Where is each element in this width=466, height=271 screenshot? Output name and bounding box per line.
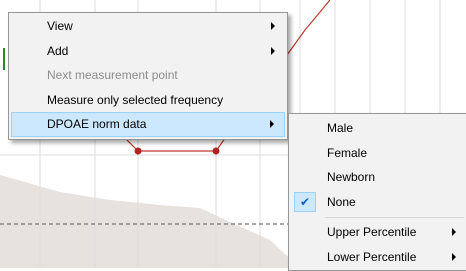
menu-item-view[interactable]: View [9, 14, 287, 39]
submenu-arrow-icon [271, 22, 275, 31]
submenu-arrow-icon [270, 120, 274, 129]
submenu-item-label: None [327, 194, 356, 209]
submenu-item-male[interactable]: Male [289, 116, 466, 141]
submenu-item-newborn[interactable]: Newborn [289, 165, 466, 190]
menu-item-measure-selected-frequency[interactable]: Measure only selected frequency [9, 88, 287, 113]
submenu-item-none[interactable]: ✔ None [289, 190, 466, 215]
menu-separator [325, 217, 464, 218]
submenu-arrow-icon [452, 252, 456, 261]
menu-item-label: Add [47, 43, 69, 58]
menu-item-add[interactable]: Add [9, 39, 287, 64]
menu-item-label: Measure only selected frequency [47, 92, 224, 107]
menu-item-next-measurement-point: Next measurement point [9, 63, 287, 88]
menu-item-label: DPOAE norm data [47, 117, 147, 131]
submenu-item-label: Lower Percentile [327, 249, 417, 264]
checkmark-icon: ✔ [294, 191, 316, 212]
submenu-arrow-icon [271, 46, 275, 55]
menu-item-dpoae-norm-data[interactable]: DPOAE norm data [11, 112, 285, 137]
submenu-item-label: Upper Percentile [327, 225, 417, 239]
submenu-item-female[interactable]: Female [289, 141, 466, 166]
menu-item-label: View [47, 19, 73, 33]
measurement-point [212, 147, 220, 155]
menu-item-label: Next measurement point [47, 68, 178, 82]
submenu-item-label: Male [327, 121, 354, 135]
submenu-item-lower-percentile[interactable]: Lower Percentile [289, 245, 466, 270]
norm-data-submenu: Male Female Newborn ✔ None Upper Percent… [288, 113, 466, 271]
context-menu: View Add Next measurement point Measure … [8, 12, 288, 140]
submenu-item-label: Newborn [327, 170, 376, 184]
measurement-point [134, 147, 142, 155]
submenu-arrow-icon [452, 228, 456, 237]
submenu-item-label: Female [327, 145, 368, 160]
submenu-item-upper-percentile[interactable]: Upper Percentile [289, 220, 466, 245]
